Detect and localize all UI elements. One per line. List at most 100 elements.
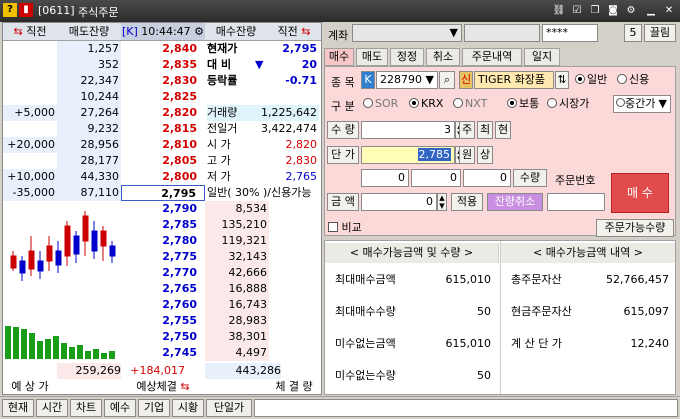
price-upper-button[interactable]: 상 bbox=[477, 146, 493, 164]
sub-field-2[interactable]: 0 bbox=[411, 169, 461, 187]
expected-price-label: 예 상 가 bbox=[11, 380, 49, 393]
summary-left-value: 50 bbox=[477, 305, 491, 318]
camera-icon[interactable]: ◙ bbox=[606, 4, 620, 18]
class-krx-radio[interactable]: KRX bbox=[409, 96, 443, 112]
ask-price[interactable]: 2,820 bbox=[121, 105, 205, 121]
book-header-prev-right[interactable]: 직전 ⇆ bbox=[267, 23, 321, 41]
bid-qty: 8,534 bbox=[205, 201, 269, 217]
bottom-tab-company[interactable]: 기업 bbox=[138, 399, 170, 417]
close-icon[interactable]: ✕ bbox=[662, 4, 676, 18]
account-number-button[interactable]: 5 bbox=[624, 24, 642, 42]
ask-qty: 22,347 bbox=[57, 73, 121, 89]
copy-icon[interactable]: ❐ bbox=[588, 4, 602, 18]
bottom-tab-current[interactable]: 현재 bbox=[2, 399, 34, 417]
order-market-radio[interactable]: 시장가 bbox=[547, 96, 589, 112]
book-header-bid-qty: 매수잔량 bbox=[205, 23, 267, 41]
sub-field-1[interactable]: 0 bbox=[361, 169, 409, 187]
checklist-icon[interactable]: ☑ bbox=[570, 4, 584, 18]
book-header-time: [K] 10:44:47 ⚙ bbox=[121, 23, 205, 41]
bottom-tab-time[interactable]: 시간 bbox=[36, 399, 68, 417]
bid-price[interactable]: 2,755 bbox=[121, 313, 205, 329]
ask-price[interactable]: 2,825 bbox=[121, 89, 205, 105]
market-badge[interactable]: K bbox=[361, 71, 375, 89]
qty-unit-button[interactable]: 주 bbox=[459, 121, 475, 139]
bid-price[interactable]: 2,745 bbox=[121, 345, 205, 361]
sub-qty-button[interactable]: 수량 bbox=[513, 169, 547, 187]
swap-icon[interactable]: ⇆ bbox=[301, 25, 310, 38]
swap-icon[interactable]: ⇆ bbox=[180, 380, 189, 393]
bid-price[interactable]: 2,760 bbox=[121, 297, 205, 313]
qty-max-button[interactable]: 최 bbox=[477, 121, 493, 139]
order-normal-radio[interactable]: 보통 bbox=[507, 96, 539, 112]
stock-code-input[interactable]: 228790 ▼ bbox=[376, 71, 438, 89]
qty-input[interactable]: 3 bbox=[361, 121, 455, 139]
ask-price[interactable]: 2,810 bbox=[121, 137, 205, 153]
ask-qty: 352 bbox=[57, 57, 121, 73]
ask-price[interactable]: 2,805 bbox=[121, 153, 205, 169]
lock-icon[interactable]: ▮ bbox=[19, 3, 33, 17]
gear-icon[interactable]: ⚙ bbox=[194, 25, 204, 38]
cancel-remaining-button[interactable]: 잔량취소 bbox=[487, 193, 543, 211]
mini-chart[interactable] bbox=[3, 201, 121, 361]
price-label-button[interactable]: 단 가 bbox=[327, 146, 359, 164]
tab-journal[interactable]: 일지 bbox=[524, 48, 560, 66]
qty-current-button[interactable]: 현 bbox=[495, 121, 511, 139]
bottom-tab-single-price[interactable]: 단일가 bbox=[206, 399, 252, 417]
type-general-radio[interactable]: 일반 bbox=[575, 72, 607, 88]
tab-buy[interactable]: 매수 bbox=[324, 48, 354, 66]
summary-left-label: 미수없는수량 bbox=[335, 369, 396, 382]
order-number-input[interactable] bbox=[547, 193, 605, 211]
tab-sell[interactable]: 매도 bbox=[356, 48, 388, 66]
link-icon[interactable]: ⛓ bbox=[552, 4, 566, 18]
question-icon[interactable]: ? bbox=[3, 3, 17, 17]
tab-modify[interactable]: 정정 bbox=[390, 48, 424, 66]
amount-stepper[interactable]: ▲ ▼ bbox=[437, 193, 447, 211]
minimize-icon[interactable]: ▁ bbox=[644, 4, 658, 18]
type-credit-radio[interactable]: 신용 bbox=[617, 72, 649, 88]
amount-label-button[interactable]: 금 액 bbox=[327, 193, 359, 211]
bottom-tab-deposit[interactable]: 예수 bbox=[104, 399, 136, 417]
close-button[interactable]: 끌림 bbox=[644, 24, 676, 42]
ask-price[interactable]: 2,815 bbox=[121, 121, 205, 137]
ask-price[interactable]: 2,835 bbox=[121, 57, 205, 73]
bid-price[interactable]: 2,770 bbox=[121, 265, 205, 281]
bottom-tab-market[interactable]: 시황 bbox=[172, 399, 204, 417]
info-label: 거래량 bbox=[207, 105, 257, 121]
bottom-tab-chart[interactable]: 차트 bbox=[70, 399, 102, 417]
bid-total: 443,286 bbox=[205, 363, 281, 379]
buy-button[interactable]: 매 수 bbox=[611, 173, 669, 213]
tab-order-history[interactable]: 주문내역 bbox=[462, 48, 522, 66]
tab-cancel[interactable]: 취소 bbox=[426, 48, 460, 66]
bid-price[interactable]: 2,750 bbox=[121, 329, 205, 345]
bid-price[interactable]: 2,785 bbox=[121, 217, 205, 233]
amount-input[interactable]: 0 bbox=[361, 193, 437, 211]
bid-price[interactable]: 2,765 bbox=[121, 281, 205, 297]
class-sor-radio[interactable]: SOR bbox=[363, 96, 398, 112]
swap-icon[interactable]: ⇆ bbox=[14, 25, 23, 38]
search-icon[interactable]: ⌕ bbox=[439, 71, 455, 89]
account-select[interactable]: ▼ bbox=[352, 24, 462, 42]
gear-icon[interactable]: ⚙ bbox=[624, 4, 638, 18]
price-input[interactable]: 2,785 bbox=[361, 146, 455, 164]
expected-trade-label: 예상체결 ⇆ bbox=[136, 380, 190, 393]
bid-price[interactable]: 2,780 bbox=[121, 233, 205, 249]
ask-price[interactable]: 2,840 bbox=[121, 41, 205, 57]
bid-price[interactable]: 2,775 bbox=[121, 249, 205, 265]
bid-price[interactable]: 2,790 bbox=[121, 201, 205, 217]
qty-label-button[interactable]: 수 량 bbox=[327, 121, 359, 139]
price-won-button[interactable]: 원 bbox=[459, 146, 475, 164]
class-nxt-radio[interactable]: NXT bbox=[453, 96, 487, 112]
book-header-prev-left[interactable]: ⇆ 직전 bbox=[3, 23, 57, 41]
summary-right-label: 총주문자산 bbox=[511, 273, 562, 286]
order-book: ⇆ 직전 매도잔량 [K] 10:44:47 ⚙ 매수잔량 직전 ⇆ 1,257… bbox=[2, 22, 322, 395]
sub-field-3[interactable]: 0 bbox=[463, 169, 511, 187]
order-middle-select[interactable]: 중간가 ▼ bbox=[613, 95, 671, 113]
sort-icon[interactable]: ⇅ bbox=[555, 71, 569, 89]
apply-button[interactable]: 적용 bbox=[451, 193, 483, 211]
ask-price[interactable]: 2,830 bbox=[121, 73, 205, 89]
ask-price[interactable]: 2,800 bbox=[121, 169, 205, 185]
available-qty-button[interactable]: 주문가능수량 bbox=[596, 219, 674, 237]
ask-price[interactable]: 2,795 bbox=[121, 185, 205, 201]
compare-checkbox[interactable]: 비교 bbox=[328, 220, 362, 236]
password-field[interactable]: **** bbox=[542, 24, 598, 42]
